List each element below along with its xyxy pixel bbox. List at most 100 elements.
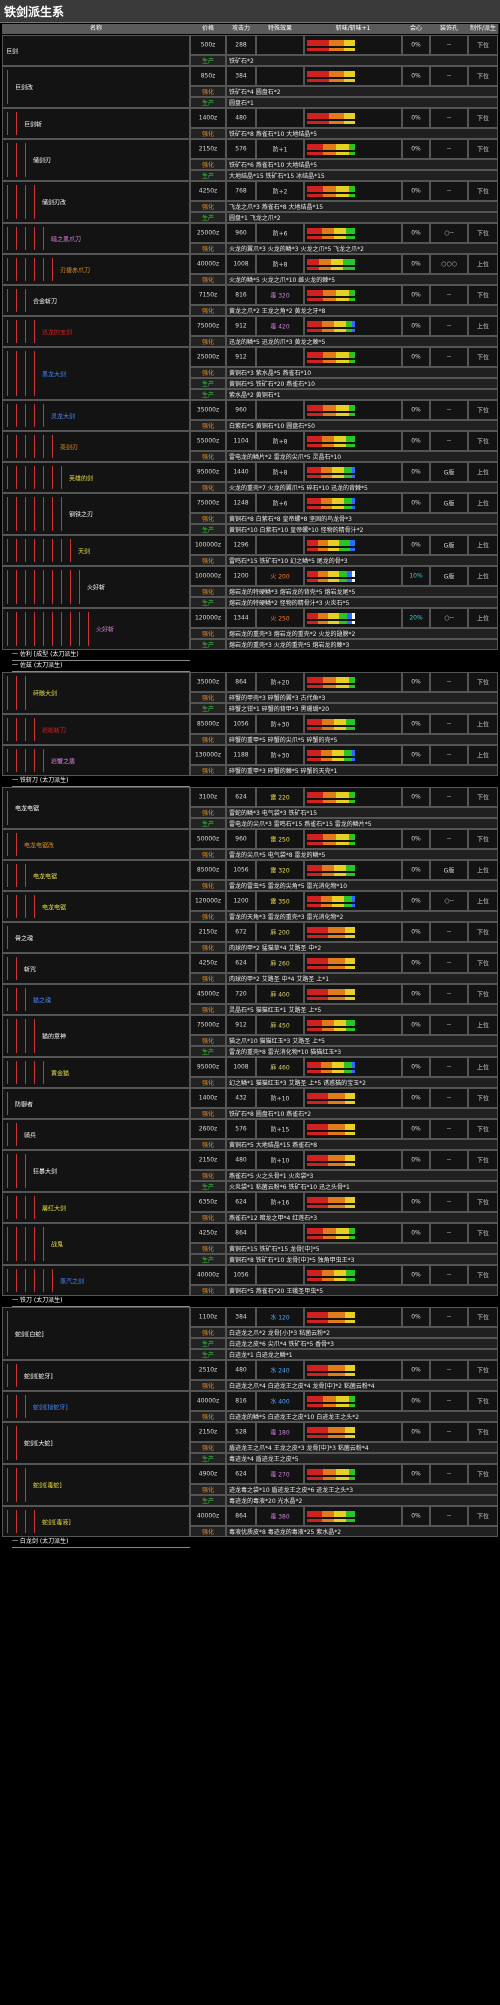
weapon-row[interactable]: 天剑 100000z 1296 0% G版 上位 强化 雷鸣石*15 铁矿石*10 幻之鳞*5… — [2, 535, 498, 566]
sharpness-segment-orange — [322, 228, 334, 234]
weapon-row[interactable]: 防御者 1400z 432 防+10 0% -- 下位 强化 铁矿石*8 圆盘石*10 燕雀石*… — [2, 1088, 498, 1119]
price: 40000z — [196, 260, 220, 268]
attack-cell: 1200 — [226, 891, 256, 911]
weapon-row[interactable]: 骨之魂 2150z 672 麻 200 0% -- 下位 强化 肉球的甲*2 猛猫草*4 艾路圣… — [2, 922, 498, 953]
attack: 1104 — [233, 437, 249, 445]
sharpness-plus-segment-red — [307, 48, 330, 51]
sharpness-segment-orange — [327, 1124, 345, 1130]
price: 7150z — [198, 291, 218, 299]
weapon-row[interactable]: 电龙电锯改 50000z 960 雷 250 0% -- 下位 强化 雷龙的尖爪*5 电气袋*8… — [2, 829, 498, 860]
weapon-row[interactable]: 骑兵 2600z 576 防+15 0% -- 下位 强化 黄铜石*5 大地结晶*15 燕雀石*… — [2, 1119, 498, 1150]
weapon-row[interactable]: 灵龙大剑 35000z 960 0% -- 下位 强化 白紫石*5 黄铜石*10 圆盘石*50 — [2, 400, 498, 431]
special-cell: 防+8 — [256, 254, 304, 274]
weapon-row[interactable]: 蛇剑[大蛇] 2150z 528 毒 180 0% -- 下位 强化 盾迹龙王之爪*4 王龙之皮… — [2, 1422, 498, 1464]
weapon-row[interactable]: 亮剑刃 55000z 1104 防+8 0% -- 下位 强化 雷电龙的鳞片*2 雷龙的尖爪*5… — [2, 431, 498, 462]
weapon-row[interactable]: 蛇剑[蛇牙] 2510z 480 水 240 0% -- 下位 强化 白迹龙之爪*4 白迹龙王之… — [2, 1360, 498, 1391]
next-tier: 下位 — [476, 1199, 489, 1207]
weapon-row[interactable]: 屠红大剑 6350z 624 防+16 0% -- 下位 强化 燕雀石*12 暗龙之甲*4 红莲… — [2, 1192, 498, 1223]
weapon-name: 蛇剑[毒液] — [42, 1519, 71, 1526]
weapon-row[interactable]: 黑龙大剑 25000z 912 0% -- 下位 强化 黄铜石*3 紫水晶*5 燕雀石*10 生… — [2, 347, 498, 400]
sharpness-cell — [304, 223, 402, 243]
attack: 624 — [235, 793, 247, 801]
price-cell: 120000z — [190, 608, 226, 628]
weapon-row[interactable]: 岩船斩刀 85000z 1056 防+30 0% -- 上位 强化 碎蟹的重甲*5 碎蟹的尖爪*… — [2, 714, 498, 745]
sharpness-segment-white — [352, 613, 355, 619]
weapon-row[interactable]: 战鬼 4250z 864 0% -- 下位 强化 黄铜石*15 铁矿石*15 龙骨[中]*5 生… — [2, 1223, 498, 1265]
sharpness-plus-segment-blue — [349, 548, 355, 551]
header-sharpness: 斩味/斩味+1 — [304, 24, 403, 34]
sharpness-segment-orange — [327, 1155, 345, 1161]
special-cell: 防+30 — [256, 714, 304, 734]
weapon-row[interactable]: 储剑刃改 4250z 768 防+2 0% -- 下位 强化 飞龙之爪*3 燕雀石*8 大地结晶… — [2, 181, 498, 223]
special-cell — [256, 1223, 304, 1243]
slots: -- — [446, 678, 452, 686]
slots-cell: -- — [430, 1150, 468, 1170]
weapon-row[interactable]: 黄金猫 95000z 1008 麻 460 0% -- 上位 强化 幻之鳞*1 猫猫红玉*3 艾… — [2, 1057, 498, 1088]
slots-cell: ○-- — [430, 608, 468, 628]
weapon-row[interactable]: 电龙电锯 120000z 1200 雷 350 0% ○-- 上位 强化 雷龙的天角*3 雷龙的… — [2, 891, 498, 922]
sharpness-plus-segment-yellow — [335, 842, 349, 845]
weapon-row[interactable]: 狂暴大剑 2150z 480 防+10 0% -- 下位 强化 燕雀石*5 火之头骨*1 火炎袋… — [2, 1150, 498, 1192]
sharpness-plus-segment-red — [307, 842, 323, 845]
next-tier: 下位 — [476, 1314, 489, 1322]
weapon-row[interactable]: 火好斩 120000z 1344 火 250 20% ○-- 上位 强化 熔岩龙的重壳*3 熔岩… — [2, 608, 498, 650]
sharpness-segment-orange — [327, 927, 345, 933]
slots: -- — [446, 1094, 452, 1102]
sharpness-plus-segment-green — [346, 444, 355, 447]
next-tier: 下位 — [476, 1272, 489, 1280]
sharpness-segment-orange — [323, 1228, 336, 1234]
slots-cell: -- — [430, 745, 468, 765]
sharpness-segment-red — [307, 1062, 322, 1068]
weapon-row[interactable]: 碎骸大剑 35000z 864 防+20 0% -- 下位 强化 碎蟹的甲壳*3 碎蟹的翼*3 … — [2, 672, 498, 714]
weapon-row[interactable]: 电龙电锯 85000z 1056 雷 320 0% G版 上位 强化 雷龙的雷虫*5 雷龙的尖角… — [2, 860, 498, 891]
weapon-row[interactable]: 火好斩 100000z 1200 火 200 10% G版 上位 强化 熔岩龙的特硬鳞*3 熔岩… — [2, 566, 498, 608]
slots-cell: -- — [430, 1057, 468, 1077]
weapon-row[interactable]: 蒸汽之剑 40000z 1056 0% -- 下位 强化 黄铜石*5 燕雀石*20 王蛾圣甲虫… — [2, 1265, 498, 1296]
weapon-row[interactable]: 蛇剑[毒蛇] 4900z 624 毒 270 0% -- 下位 强化 迹龙毒之袋*10 盾迹龙王… — [2, 1464, 498, 1506]
sharpness-segment-green — [346, 1020, 355, 1026]
sharpness-plus-segment-orange — [323, 1236, 336, 1239]
material-line: 强化 雷龙的天角*3 雷龙的重壳*3 雷光消化物*2 — [2, 911, 498, 922]
material-text: 铁矿石*8 燕雀石*10 大地结晶*5 — [226, 128, 498, 139]
weapon-row[interactable]: 英雄的剑 95000z 1440 防+8 0% G版 上位 强化 火龙的重壳*7 火龙的翼爪*5… — [2, 462, 498, 493]
weapon-row[interactable]: 岩蟹之盾 130000z 1188 防+30 0% -- 上位 强化 碎蟹的重甲*3 碎蟹的棘*… — [2, 745, 498, 776]
weapon-row[interactable]: 猫的意神 75000z 912 麻 450 0% -- 上位 强化 猫之爪*10 猫猫红玉*3 … — [2, 1015, 498, 1057]
weapon-row[interactable]: 钢铁之刃 75000z 1248 防+6 0% G版 上位 强化 黄铜石*8 白紫石*8 皇帝螺… — [2, 493, 498, 535]
upgrade-tag: 强化 — [190, 451, 226, 462]
weapon-row[interactable]: 蛇剑[毒液] 40000z 864 毒 380 0% -- 下位 强化 毒液优质皮*8 毒迹龙的… — [2, 1506, 498, 1537]
sharpness-plus-segment-yellow — [344, 1101, 355, 1104]
attack-cell: 1056 — [226, 860, 256, 880]
craft-tag: 生产 — [190, 389, 226, 400]
material-line: 强化 白紫石*5 黄铜石*10 圆盘石*50 — [2, 420, 498, 431]
affinity: 0% — [411, 897, 421, 905]
weapon-row[interactable]: 刃捷赤爪刀 40000z 1008 防+8 0% ○○○ 上位 强化 火龙的鳞*5 火龙之爪*1… — [2, 254, 498, 285]
next-tier-cell: 下位 — [468, 66, 498, 86]
weapon-row[interactable]: 巨剑改 850z 384 0% -- 下位 强化 铁矿石*4 圆盘石*2 生产 圆盘石*1 — [2, 66, 498, 108]
sharpness-plus-segment-orange — [323, 1404, 336, 1407]
next-tier-cell: 下位 — [468, 1464, 498, 1484]
weapon-row[interactable]: 巨剑斩 1400z 480 0% -- 下位 强化 铁矿石*8 燕雀石*10 大地结晶*5 — [2, 108, 498, 139]
weapon-row[interactable]: 蛇剑[白蛇] 1100z 384 水 120 0% -- 下位 强化 白迹龙之爪*2 龙骨[小]… — [2, 1307, 498, 1360]
sharpness-segment-yellow — [335, 290, 349, 296]
weapon-row[interactable]: 合金斩刀 7150z 816 毒 320 0% -- 下位 强化 黄龙之爪*2 王龙之角*2 黄… — [2, 285, 498, 316]
attack-cell: 624 — [226, 787, 256, 807]
sharpness-plus-segment-blue — [352, 1070, 355, 1073]
sharpness-segment-yellow — [328, 613, 339, 619]
weapon-row[interactable]: 迅龙的宝剑 75000z 912 毒 420 0% -- 上位 强化 迅龙的鳞*5 迅龙的爪*3… — [2, 316, 498, 347]
weapon-row[interactable]: 蛇剑[狱蛇牙] 40000z 816 水 400 0% -- 下位 强化 白迹龙的鳞*5 白迹龙… — [2, 1391, 498, 1422]
weapon-row[interactable]: 暗之黑爪刀 25000z 960 防+6 0% ○-- 下位 强化 火龙的翼爪*3 火龙的鳞*3… — [2, 223, 498, 254]
sharpness-cell — [304, 108, 402, 128]
weapon-row[interactable]: 电龙电锯 3100z 624 雷 220 0% -- 下位 强化 雷蛇的鳞*3 电气袋*3 铁矿… — [2, 787, 498, 829]
material-line: 强化 铁矿石*6 燕雀石*10 大地结晶*5 — [2, 159, 498, 170]
weapon-row[interactable]: 猫之魂 45000z 720 麻 400 0% -- 下位 强化 灵晶石*5 猫猫红玉*1 艾路… — [2, 984, 498, 1015]
sharpness-segment-red — [307, 259, 319, 265]
upgrade-tag: 强化 — [190, 274, 226, 285]
slots: ○○○ — [441, 260, 457, 268]
special-cell: 雷 250 — [256, 829, 304, 849]
price-cell: 50000z — [190, 829, 226, 849]
weapon-row[interactable]: 斩咒 4250z 624 麻 260 0% -- 下位 强化 肉球的甲*2 艾路圣 中*4 艾路… — [2, 953, 498, 984]
weapon-row[interactable]: 巨剑 500z 288 0% -- 下位 生产 铁矿石*2 — [2, 35, 498, 66]
weapon-row[interactable]: 储剑刃 2150z 576 防+1 0% -- 下位 强化 铁矿石*6 燕雀石*10 大地结晶*… — [2, 139, 498, 181]
sharpness-bar-plus — [307, 236, 355, 239]
attack-cell: 816 — [226, 1391, 256, 1411]
